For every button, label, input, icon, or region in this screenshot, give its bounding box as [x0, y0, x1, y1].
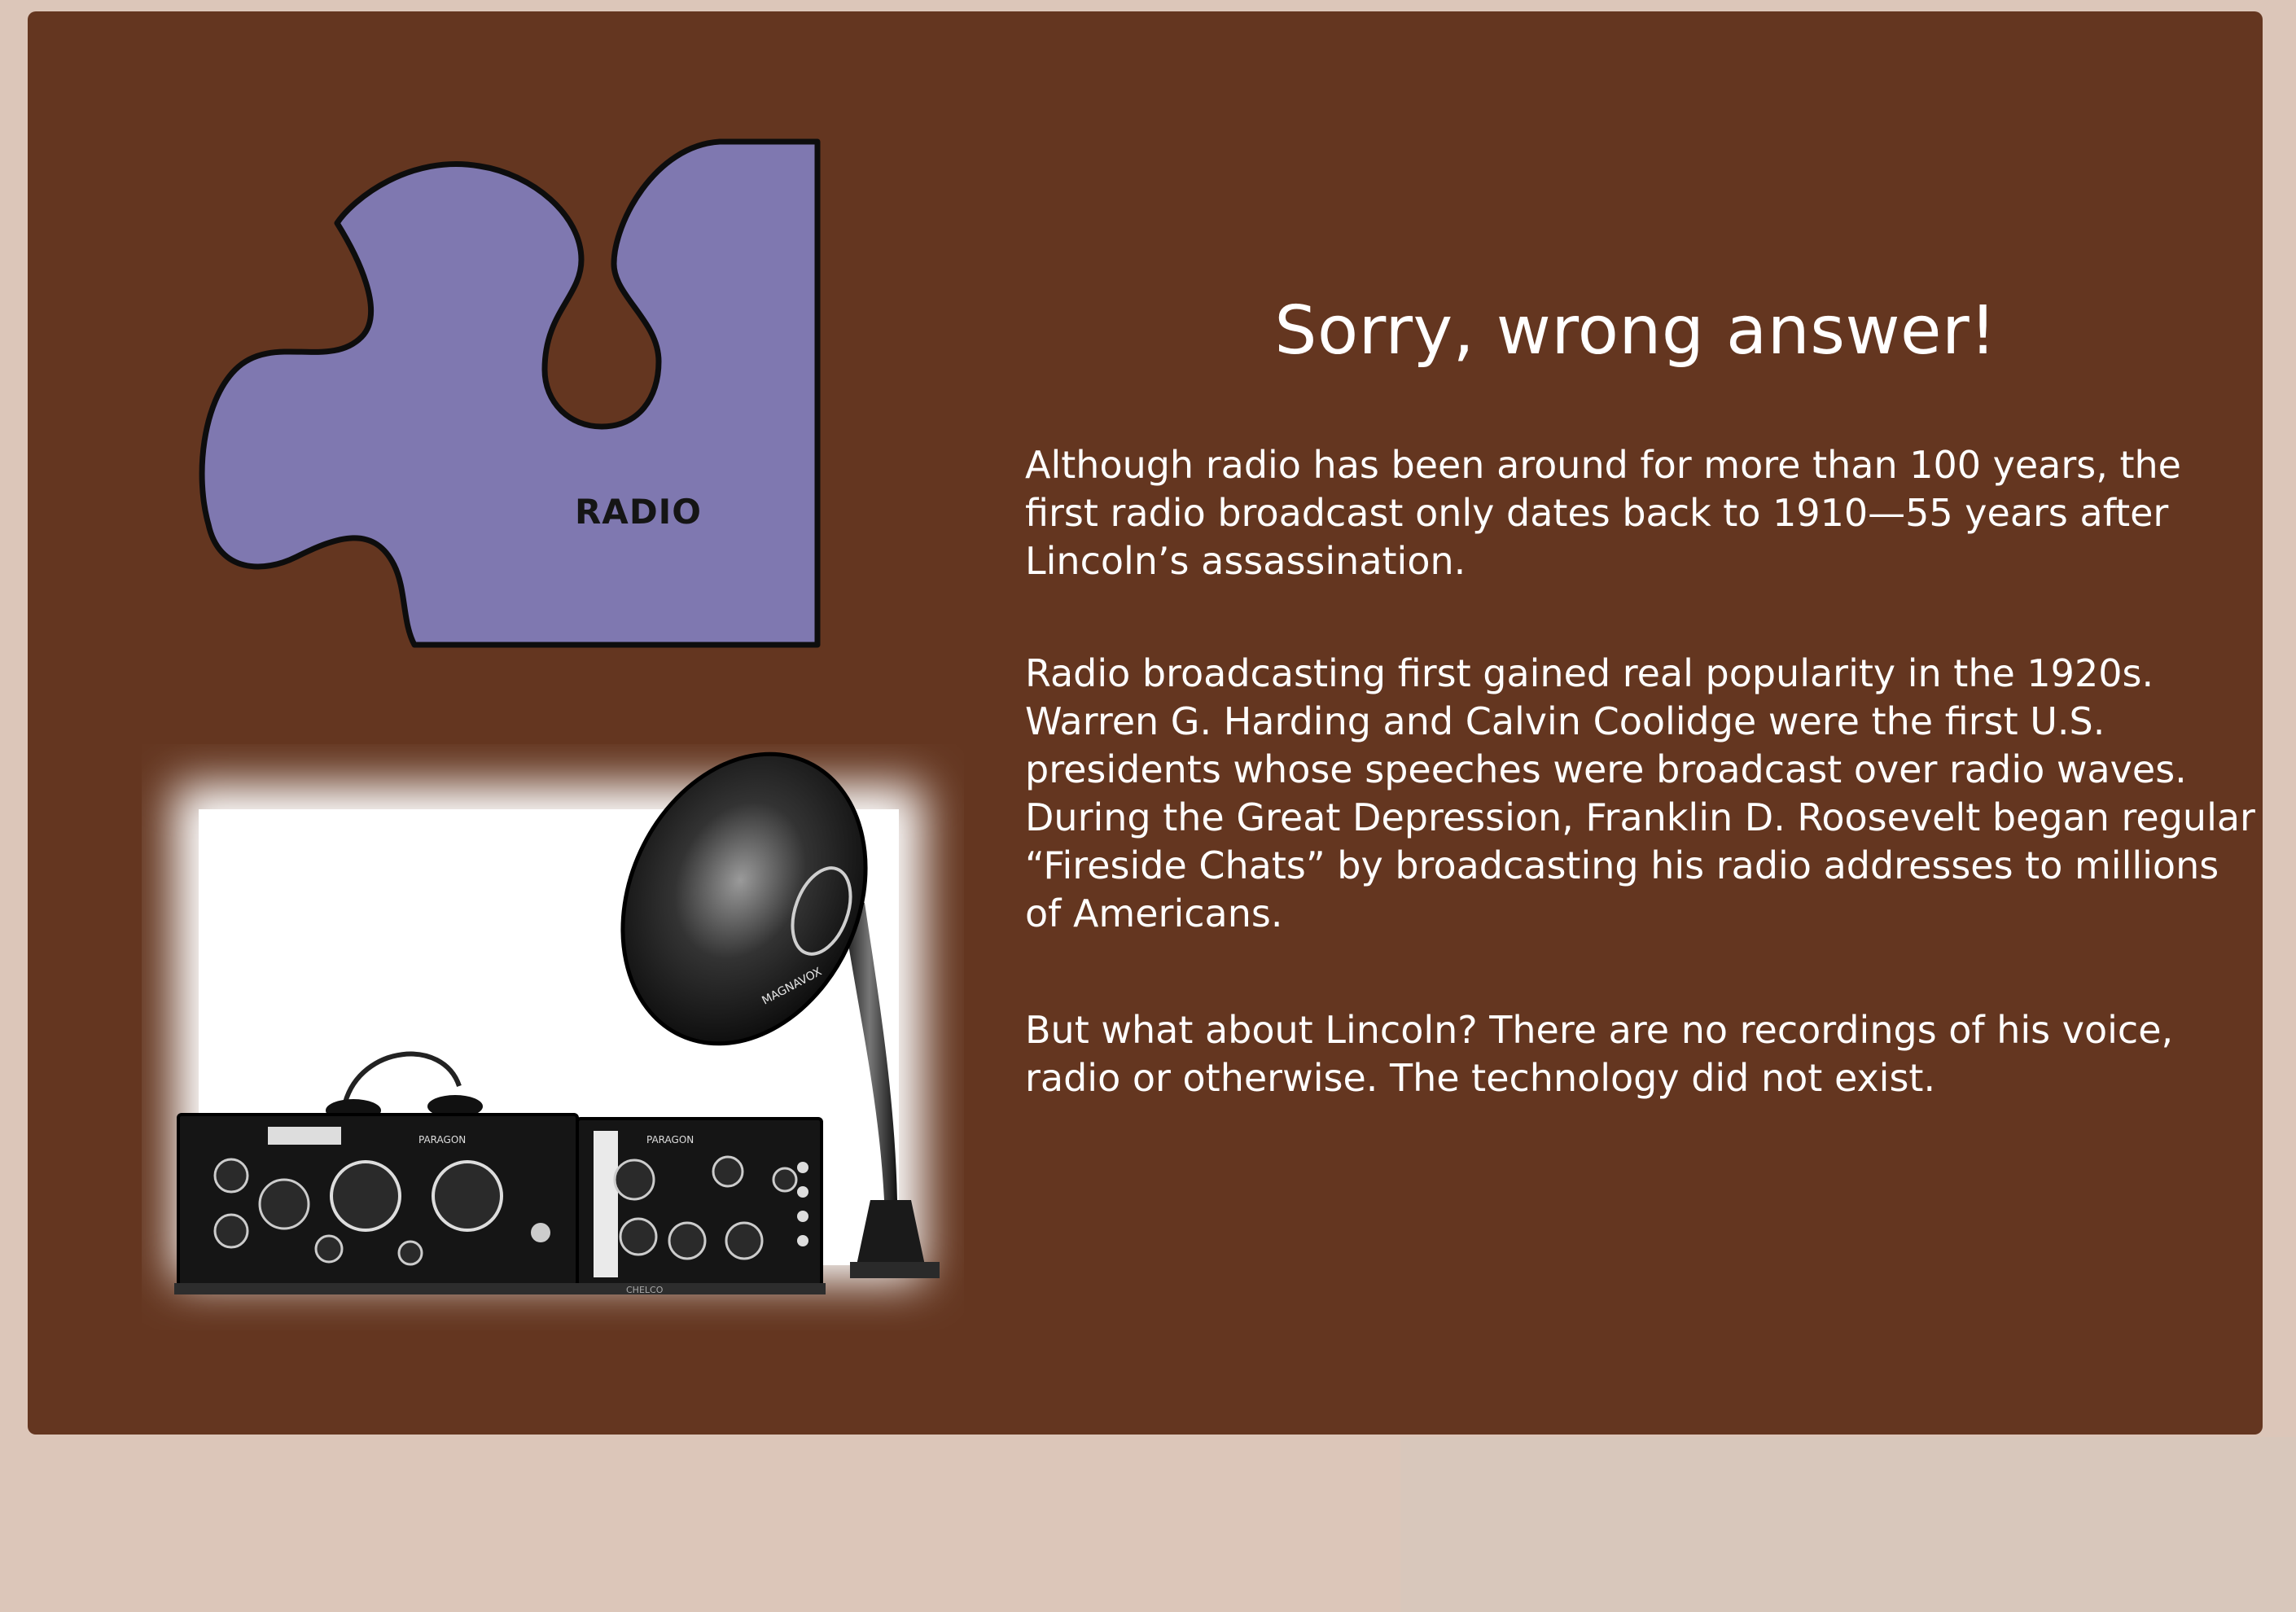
radio-puzzle-piece[interactable]: RADIO — [199, 134, 834, 655]
vintage-radio-icon: MAGNAVOX PARAGON PARAGON CHELCO — [174, 751, 940, 1295]
first-broadcast-paragraph: Although radio has been around for more … — [1025, 443, 2181, 583]
puzzle-label: RADIO — [574, 492, 703, 532]
svg-text:CHELCO: CHELCO — [626, 1285, 664, 1295]
page-background-panel — [1400, 1437, 2296, 1612]
lincoln-voice-paragraph: But what about Lincoln? There are no rec… — [1025, 1008, 2174, 1100]
vintage-radio-image: MAGNAVOX PARAGON PARAGON CHELCO — [142, 744, 964, 1330]
feedback-heading: Sorry, wrong answer! — [1274, 292, 1997, 370]
svg-text:PARAGON: PARAGON — [418, 1134, 466, 1145]
answer-feedback-card: RADIO MAGNAVOX PARAGON PARAGON CHELCO So… — [28, 11, 2263, 1435]
svg-text:PARAGON: PARAGON — [646, 1134, 694, 1145]
puzzle-piece-icon — [199, 138, 821, 648]
radio-popularity-paragraph: Radio broadcasting first gained real pop… — [1025, 651, 2255, 935]
